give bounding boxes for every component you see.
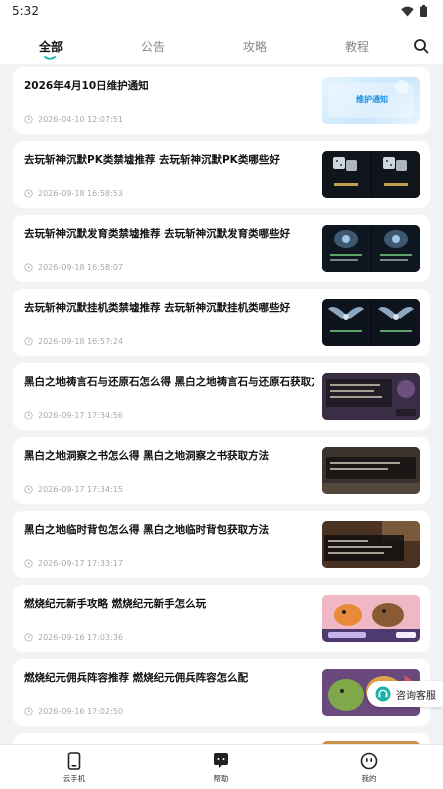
wings-illustration (322, 299, 420, 346)
article-title: 2026年4月10日维护通知 (24, 80, 149, 92)
clock-icon (24, 707, 33, 716)
customer-service-label: 咨询客服 (396, 690, 436, 702)
profile-face-icon (360, 752, 378, 770)
article-thumbnail: 维护通知 (322, 77, 420, 124)
article-time: 2026-09-17 17:33:17 (38, 559, 123, 568)
tab-tutorials[interactable]: 教程 (345, 38, 369, 55)
article-title: 燃烧纪元新手攻略 燃烧纪元新手怎么玩 (24, 598, 207, 610)
article-time-row: 2026-09-17 17:33:17 (24, 559, 123, 568)
clock-icon (24, 115, 33, 124)
tab-all[interactable]: 全部 (39, 38, 63, 55)
active-tab-indicator (44, 56, 56, 60)
thumbnail-caption: 维护通知 (356, 95, 388, 104)
article-time-row: 2026-09-16 17:03:36 (24, 633, 123, 642)
nav-label: 云手机 (62, 774, 86, 783)
status-time: 5:32 (12, 4, 39, 18)
article-time: 2026-09-17 17:34:56 (38, 411, 123, 420)
article-thumbnail (322, 595, 420, 642)
article-card[interactable]: 2026年4月10日维护通知 2026-04-10 12:07:51 维护通知 (13, 67, 430, 134)
article-time: 2026-09-18 16:57:24 (38, 337, 123, 346)
dialog-illustration (322, 447, 420, 494)
creature-illustration (322, 595, 420, 642)
article-thumbnail (322, 151, 420, 198)
article-title: 去玩斩神沉默挂机类禁墟推荐 去玩斩神沉默挂机类哪些好 (24, 302, 291, 314)
help-chat-icon (214, 753, 228, 768)
article-card[interactable]: 黑白之地临时背包怎么得 黑白之地临时背包获取方法 2026-09-17 17:3… (13, 511, 430, 578)
bottom-navigation: 云手机 帮助 我的 (0, 744, 443, 789)
nav-cloud-phone[interactable]: 云手机 (44, 752, 104, 784)
status-bar: 5:32 (0, 0, 443, 22)
clock-icon (24, 633, 33, 642)
nav-label: 帮助 (213, 774, 229, 783)
search-icon[interactable] (413, 38, 429, 54)
article-thumbnail (322, 299, 420, 346)
nav-help[interactable]: 帮助 (191, 752, 251, 784)
tab-announcements[interactable]: 公告 (141, 38, 165, 55)
nav-label: 我的 (361, 774, 377, 783)
article-time: 2026-09-18 16:58:07 (38, 263, 123, 272)
article-title: 燃烧纪元佣兵阵容推荐 燃烧纪元佣兵阵容怎么配 (24, 672, 249, 684)
article-time-row: 2026-09-17 17:34:56 (24, 411, 123, 420)
clock-icon (24, 411, 33, 420)
article-time: 2026-04-10 12:07:51 (38, 115, 123, 124)
article-time-row: 2026-09-18 16:58:53 (24, 189, 123, 198)
category-tabs: 全部 公告 攻略 教程 (0, 22, 443, 64)
battery-icon (420, 5, 427, 17)
status-icons (401, 5, 427, 17)
article-thumbnail (322, 373, 420, 420)
clock-icon (24, 189, 33, 198)
clock-icon (24, 559, 33, 568)
article-title: 去玩斩神沉默PK类禁墟推荐 去玩斩神沉默PK类哪些好 (24, 154, 280, 166)
article-thumbnail (322, 225, 420, 272)
article-thumbnail (322, 521, 420, 568)
dialog-illustration (322, 521, 420, 568)
article-time: 2026-09-18 16:58:53 (38, 189, 123, 198)
article-card[interactable]: 去玩斩神沉默挂机类禁墟推荐 去玩斩神沉默挂机类哪些好 2026-09-18 16… (13, 289, 430, 356)
headset-icon (375, 686, 391, 702)
article-list: 2026年4月10日维护通知 2026-04-10 12:07:51 维护通知 … (0, 64, 443, 744)
article-card[interactable]: 黑白之地祷言石与还原石怎么得 黑白之地祷言石与还原石获取方法 2026-09-1… (13, 363, 430, 430)
dice-illustration (322, 151, 420, 198)
clock-icon (24, 263, 33, 272)
article-title: 黑白之地洞察之书怎么得 黑白之地洞察之书获取方法 (24, 450, 270, 462)
article-time: 2026-09-17 17:34:15 (38, 485, 123, 494)
nav-mine[interactable]: 我的 (339, 752, 399, 784)
customer-service-button[interactable]: 咨询客服 (367, 681, 443, 707)
wifi-icon (401, 6, 414, 16)
clock-icon (24, 485, 33, 494)
article-title: 黑白之地临时背包怎么得 黑白之地临时背包获取方法 (24, 524, 270, 536)
tab-guides[interactable]: 攻略 (243, 38, 267, 55)
article-time-row: 2026-09-17 17:34:15 (24, 485, 123, 494)
article-time-row: 2026-09-18 16:58:07 (24, 263, 123, 272)
article-card[interactable]: 去玩斩神沉默PK类禁墟推荐 去玩斩神沉默PK类哪些好 2026-09-18 16… (13, 141, 430, 208)
article-title: 去玩斩神沉默发育类禁墟推荐 去玩斩神沉默发育类哪些好 (24, 228, 291, 240)
clock-icon (24, 337, 33, 346)
article-time: 2026-09-16 17:02:50 (38, 707, 123, 716)
article-card[interactable]: 去玩斩神沉默发育类禁墟推荐 去玩斩神沉默发育类哪些好 2026-09-18 16… (13, 215, 430, 282)
article-card[interactable]: 黑白之地洞察之书怎么得 黑白之地洞察之书获取方法 2026-09-17 17:3… (13, 437, 430, 504)
article-time: 2026-09-16 17:03:36 (38, 633, 123, 642)
article-time-row: 2026-04-10 12:07:51 (24, 115, 123, 124)
article-card-partial[interactable] (13, 733, 430, 744)
article-time-row: 2026-09-16 17:02:50 (24, 707, 123, 716)
article-card[interactable]: 燃烧纪元新手攻略 燃烧纪元新手怎么玩 2026-09-16 17:03:36 (13, 585, 430, 652)
dice-illustration (322, 225, 420, 272)
phone-icon (67, 752, 81, 770)
article-time-row: 2026-09-18 16:57:24 (24, 337, 123, 346)
dialog-illustration (322, 373, 420, 420)
article-thumbnail (322, 447, 420, 494)
article-title: 黑白之地祷言石与还原石怎么得 黑白之地祷言石与还原石获取方法 (24, 376, 314, 388)
